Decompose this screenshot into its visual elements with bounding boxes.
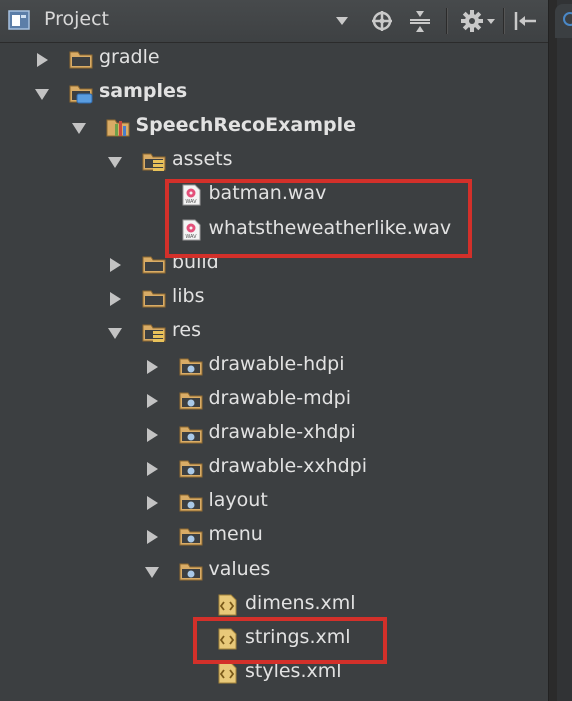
tree-item-drawable-hdpi[interactable]: drawable-hdpi	[0, 349, 548, 383]
module-folder-icon	[68, 82, 94, 104]
tree-item-label: drawable-xxhdpi	[208, 455, 368, 478]
project-tool-window: Project gradle samples SpeechRecoExample…	[0, 0, 572, 701]
project-tree: gradle samples SpeechRecoExample assets WAV b…	[0, 42, 548, 701]
xml-file-icon	[214, 594, 240, 616]
tree-item-assets[interactable]: assets	[0, 144, 548, 178]
expanded-arrow-icon[interactable]	[144, 564, 159, 578]
highlight-box-strings-xml	[193, 617, 387, 664]
collapsed-arrow-icon[interactable]	[145, 461, 159, 477]
resource-folder-icon	[141, 150, 167, 172]
locate-icon[interactable]	[370, 9, 394, 33]
resource-folder-icon	[141, 321, 167, 343]
xml-file-icon	[214, 662, 240, 684]
package-folder-icon	[178, 389, 204, 411]
package-folder-icon	[178, 355, 204, 377]
tree-item-label: drawable-hdpi	[208, 352, 345, 375]
collapsed-arrow-icon[interactable]	[145, 393, 159, 408]
expanded-arrow-icon[interactable]	[35, 86, 49, 101]
tree-item-res[interactable]: res	[0, 315, 548, 349]
tool-window-header: Project	[0, 0, 548, 43]
tree-item-label: samples	[99, 80, 188, 103]
tree-item-label: libs	[172, 284, 205, 307]
collapsed-arrow-icon[interactable]	[108, 291, 122, 306]
collapsed-arrow-icon[interactable]	[145, 359, 159, 374]
highlight-box-wav-files	[165, 179, 472, 258]
tree-item-label: assets	[172, 148, 233, 171]
hide-panel-icon[interactable]	[512, 9, 538, 33]
tree-item-libs[interactable]: libs	[0, 281, 548, 315]
tool-window-title[interactable]: Project	[44, 8, 109, 30]
tree-item-label: gradle	[99, 46, 160, 68]
tree-item-drawable-mdpi[interactable]: drawable-mdpi	[0, 383, 548, 417]
collapsed-arrow-icon[interactable]	[108, 257, 122, 272]
folder-icon	[68, 48, 94, 70]
package-folder-icon	[178, 525, 204, 547]
tree-item-label: SpeechRecoExample	[135, 114, 357, 137]
collapsed-arrow-icon[interactable]	[145, 529, 159, 545]
tree-item-label: res	[172, 318, 201, 341]
settings-gear-icon[interactable]	[460, 9, 500, 33]
collapsed-arrow-icon[interactable]	[145, 427, 159, 443]
folder-icon	[141, 253, 167, 275]
tree-item-values[interactable]: values	[0, 554, 548, 588]
tree-item-label: drawable-xhdpi	[208, 421, 356, 444]
folder-icon	[141, 287, 167, 309]
collapsed-arrow-icon[interactable]	[35, 52, 49, 67]
tree-item-label: drawable-mdpi	[208, 387, 352, 409]
tree-item-menu[interactable]: menu	[0, 519, 548, 553]
collapse-all-icon[interactable]	[408, 9, 432, 33]
package-folder-icon	[178, 457, 204, 479]
collapsed-arrow-icon[interactable]	[145, 495, 159, 511]
android-module-icon	[105, 116, 131, 138]
tree-item-label: values	[208, 557, 271, 580]
tree-item-layout[interactable]: layout	[0, 485, 548, 519]
expanded-arrow-icon[interactable]	[71, 120, 86, 135]
dropdown-arrow-icon[interactable]	[335, 16, 349, 26]
tree-item-label: dimens.xml	[245, 591, 356, 614]
project-view-icon[interactable]	[8, 10, 30, 30]
tree-item-drawable-xhdpi[interactable]: drawable-xhdpi	[0, 417, 548, 451]
tree-item-speechrecoexample[interactable]: SpeechRecoExample	[0, 110, 548, 144]
package-folder-icon	[178, 560, 204, 582]
package-folder-icon	[178, 423, 204, 445]
tree-item-drawable-xxhdpi[interactable]: drawable-xxhdpi	[0, 451, 548, 485]
tree-item-label: layout	[208, 489, 268, 512]
tree-item-gradle[interactable]: gradle	[0, 42, 548, 76]
editor-tabs-edge	[548, 0, 572, 701]
expanded-arrow-icon[interactable]	[108, 325, 122, 339]
tree-item-label: menu	[208, 523, 263, 546]
expanded-arrow-icon[interactable]	[108, 154, 122, 169]
tree-item-samples[interactable]: samples	[0, 76, 548, 110]
editor-tab-icon	[563, 12, 572, 26]
package-folder-icon	[178, 491, 204, 513]
